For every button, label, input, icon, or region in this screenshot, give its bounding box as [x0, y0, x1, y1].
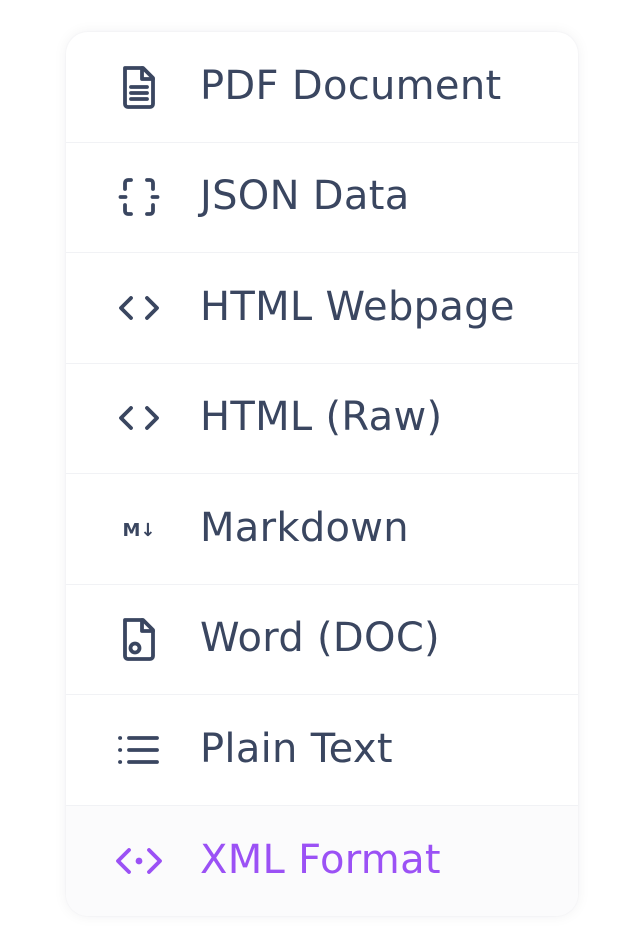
menu-item-html-webpage[interactable]: HTML Webpage: [66, 253, 578, 364]
menu-item-label: HTML (Raw): [200, 394, 443, 441]
code-icon: [110, 279, 168, 337]
menu-item-label: HTML Webpage: [200, 283, 515, 330]
menu-item-pdf-document[interactable]: PDF Document: [66, 32, 578, 143]
menu-item-word-doc[interactable]: Word (DOC): [66, 585, 578, 695]
menu-item-label: XML Format: [200, 836, 441, 883]
menu-item-label: Plain Text: [200, 725, 393, 772]
file-text-icon: [110, 58, 168, 116]
menu-item-markdown[interactable]: M↓ Markdown: [66, 474, 578, 585]
code-icon: [110, 389, 168, 447]
menu-item-label: Word (DOC): [200, 615, 440, 662]
menu-item-plain-text[interactable]: Plain Text: [66, 695, 578, 806]
export-format-menu: PDF Document JSON Data HTML Webpage HTML…: [66, 32, 578, 916]
menu-item-label: PDF Document: [200, 62, 502, 109]
menu-item-label: Markdown: [200, 504, 409, 551]
menu-item-json-data[interactable]: JSON Data: [66, 143, 578, 253]
code-xml-icon: [110, 832, 168, 890]
svg-text:M↓: M↓: [123, 520, 156, 541]
file-doc-icon: [110, 610, 168, 668]
menu-item-xml-format[interactable]: XML Format: [66, 805, 578, 916]
menu-item-html-raw[interactable]: HTML (Raw): [66, 364, 578, 474]
list-icon: [110, 721, 168, 779]
menu-item-label: JSON Data: [200, 173, 410, 220]
braces-icon: [110, 168, 168, 226]
markdown-icon: M↓: [110, 500, 168, 558]
